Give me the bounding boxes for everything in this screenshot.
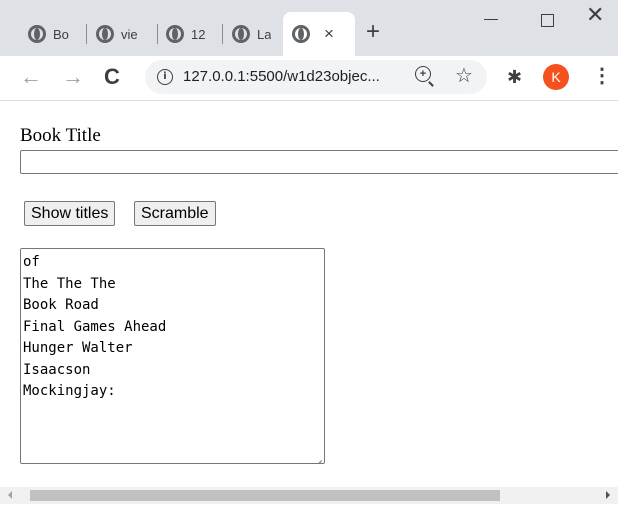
tab-2[interactable]: vie bbox=[96, 14, 148, 54]
tab-3[interactable]: 12 bbox=[166, 14, 218, 54]
tab-active[interactable]: × bbox=[283, 12, 355, 56]
address-bar[interactable]: i 127.0.0.1:5500/w1d23objec... + ☆ bbox=[145, 60, 487, 94]
scramble-button[interactable]: Scramble bbox=[134, 201, 216, 226]
reload-icon[interactable]: C bbox=[104, 65, 120, 89]
globe-icon bbox=[96, 25, 114, 43]
tab-title: La bbox=[257, 26, 272, 42]
tab-title: Bo bbox=[53, 26, 69, 42]
output-line: Hunger Walter bbox=[23, 340, 133, 356]
output-line: Final Games Ahead bbox=[23, 318, 167, 335]
globe-icon bbox=[232, 25, 250, 43]
scroll-right-icon[interactable] bbox=[606, 491, 610, 499]
output-line: Book Road bbox=[23, 297, 99, 313]
horizontal-scrollbar[interactable] bbox=[0, 487, 618, 504]
scrollbar-thumb[interactable] bbox=[30, 490, 500, 501]
output-line: of bbox=[23, 254, 40, 270]
tab-strip: Bo vie 12 La × + ✕ bbox=[0, 0, 618, 56]
titles-output-textarea[interactable]: of The The The Book Road Final Games Ahe… bbox=[20, 248, 325, 464]
extensions-icon[interactable]: ✱ bbox=[507, 67, 522, 87]
browser-toolbar: ← → C i 127.0.0.1:5500/w1d23objec... + ☆… bbox=[0, 56, 618, 101]
minimize-button[interactable] bbox=[484, 19, 498, 20]
output-line: The The The bbox=[23, 275, 116, 292]
tab-1[interactable]: Bo bbox=[28, 14, 86, 54]
page-content: Book Title Show titles Scramble of The T… bbox=[0, 101, 618, 485]
tab-separator bbox=[157, 24, 158, 44]
resize-handle-icon[interactable] bbox=[312, 451, 322, 461]
tab-separator bbox=[86, 24, 87, 44]
star-icon[interactable]: ☆ bbox=[455, 64, 473, 88]
globe-icon bbox=[166, 25, 184, 43]
tab-separator bbox=[222, 24, 223, 44]
output-line: Isaacson bbox=[23, 361, 91, 378]
tab-4[interactable]: La bbox=[232, 14, 282, 54]
globe-icon bbox=[292, 25, 310, 43]
close-tab-icon[interactable]: × bbox=[324, 24, 334, 44]
output-line: Mockingjay: bbox=[23, 383, 116, 399]
new-tab-button[interactable]: + bbox=[366, 20, 380, 44]
book-title-label: Book Title bbox=[20, 125, 101, 146]
globe-icon bbox=[28, 25, 46, 43]
show-titles-button[interactable]: Show titles bbox=[24, 201, 116, 226]
tab-title: vie bbox=[121, 26, 138, 42]
back-icon[interactable]: ← bbox=[20, 65, 42, 89]
scroll-left-icon[interactable] bbox=[8, 491, 12, 499]
maximize-button[interactable] bbox=[541, 14, 554, 27]
book-title-input[interactable] bbox=[20, 150, 618, 174]
info-icon[interactable]: i bbox=[157, 69, 173, 85]
zoom-icon[interactable]: + bbox=[415, 66, 431, 82]
url-text[interactable]: 127.0.0.1:5500/w1d23objec... bbox=[183, 68, 380, 85]
forward-icon[interactable]: → bbox=[62, 65, 84, 89]
tab-title: 12 bbox=[191, 26, 206, 42]
menu-icon[interactable]: ⋮ bbox=[592, 64, 612, 88]
avatar[interactable]: K bbox=[543, 64, 569, 90]
close-window-button[interactable]: ✕ bbox=[586, 4, 604, 26]
